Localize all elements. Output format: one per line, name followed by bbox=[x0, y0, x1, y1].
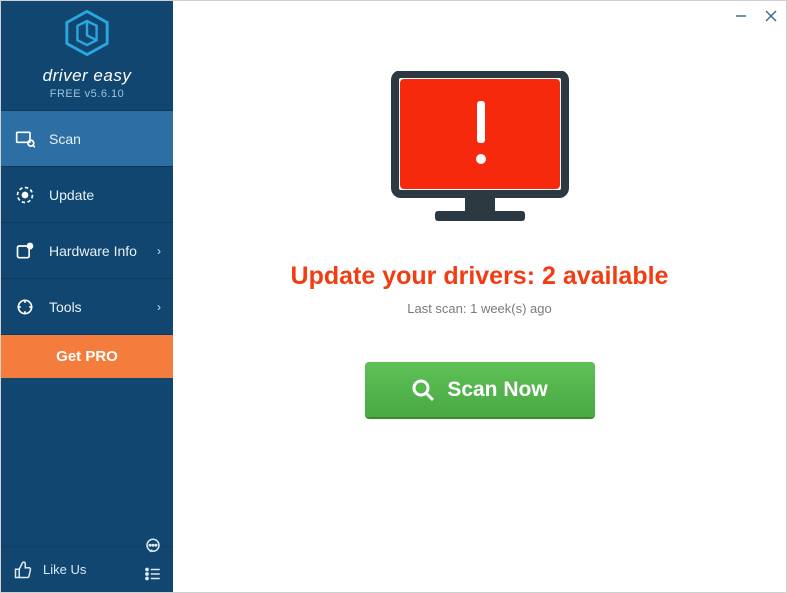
like-us-label[interactable]: Like Us bbox=[43, 562, 86, 577]
sidebar: driver easy FREE v5.6.10 Scan bbox=[1, 1, 173, 592]
sidebar-item-update[interactable]: Update bbox=[1, 166, 173, 222]
tools-icon bbox=[15, 297, 35, 317]
chevron-right-icon: › bbox=[157, 300, 161, 314]
sidebar-item-label: Hardware Info bbox=[49, 243, 137, 259]
search-icon bbox=[411, 378, 435, 402]
update-headline: Update your drivers: 2 available bbox=[291, 262, 669, 291]
sidebar-footer: Like Us bbox=[1, 546, 173, 592]
brand-version: FREE v5.6.10 bbox=[50, 88, 124, 100]
last-scan-text: Last scan: 1 week(s) ago bbox=[407, 301, 552, 316]
scan-now-button[interactable]: Scan Now bbox=[365, 362, 595, 417]
get-pro-label: Get PRO bbox=[56, 348, 118, 365]
close-button[interactable] bbox=[756, 1, 786, 31]
alert-monitor-icon bbox=[385, 71, 575, 236]
brand-name: driver easy bbox=[43, 66, 132, 86]
scan-icon bbox=[15, 129, 35, 149]
sidebar-item-label: Tools bbox=[49, 299, 82, 315]
chevron-right-icon: › bbox=[157, 244, 161, 258]
thumbs-up-icon[interactable] bbox=[13, 560, 33, 580]
sidebar-item-label: Scan bbox=[49, 131, 81, 147]
sidebar-item-tools[interactable]: Tools › bbox=[1, 278, 173, 334]
sidebar-menu: Scan Update i bbox=[1, 110, 173, 378]
update-icon bbox=[15, 185, 35, 205]
window-controls bbox=[726, 1, 786, 31]
brand-logo-icon bbox=[63, 9, 111, 62]
feedback-icon[interactable] bbox=[143, 536, 163, 556]
get-pro-button[interactable]: Get PRO bbox=[1, 334, 173, 378]
main-panel: Update your drivers: 2 available Last sc… bbox=[173, 1, 786, 592]
minimize-button[interactable] bbox=[726, 1, 756, 31]
scan-now-label: Scan Now bbox=[447, 378, 547, 402]
sidebar-item-label: Update bbox=[49, 187, 94, 203]
hardware-info-icon: i bbox=[15, 241, 35, 261]
brand-block: driver easy FREE v5.6.10 bbox=[1, 1, 173, 110]
menu-list-icon[interactable] bbox=[143, 564, 163, 584]
sidebar-item-scan[interactable]: Scan bbox=[1, 110, 173, 166]
sidebar-item-hardware-info[interactable]: i Hardware Info › bbox=[1, 222, 173, 278]
app-window: driver easy FREE v5.6.10 Scan bbox=[0, 0, 787, 593]
